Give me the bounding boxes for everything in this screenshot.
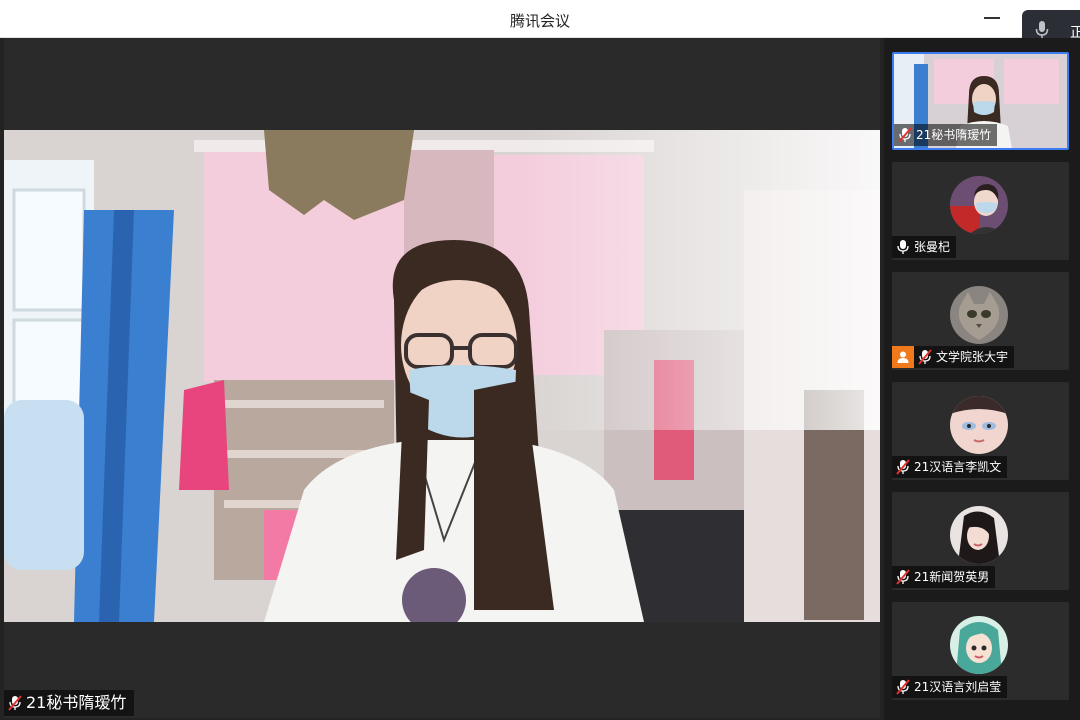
avatar	[950, 616, 1008, 674]
video-frame-illustration	[4, 130, 880, 622]
participant-label: 21汉语言李凯文	[892, 456, 1008, 478]
mic-muted-icon	[896, 679, 910, 695]
window-title: 腾讯会议	[509, 12, 570, 30]
participant-tile[interactable]: 21秘书隋瑷竹	[892, 52, 1069, 150]
participant-label: 文学院张大宇	[892, 346, 1015, 368]
avatar	[950, 506, 1008, 564]
participant-sidebar[interactable]: 21秘书隋瑷竹 张曼杞 文学院张大宇 21汉语言李凯文 21新闻贺英男 21汉语…	[884, 38, 1080, 720]
microphone-icon	[897, 240, 909, 254]
participant-tile[interactable]: 21汉语言李凯文	[892, 382, 1069, 480]
participant-name: 文学院张大宇	[936, 350, 1009, 364]
mic-muted-icon	[898, 127, 912, 143]
person-icon	[892, 346, 914, 368]
main-speaker-label: 21秘书隋瑷竹	[4, 690, 135, 716]
main-video-feed	[4, 130, 880, 622]
participant-tile[interactable]: 21新闻贺英男	[892, 492, 1069, 590]
title-bar: 腾讯会议	[0, 0, 1080, 38]
mic-muted-icon	[8, 695, 22, 711]
participant-tile[interactable]: 张曼杞	[892, 162, 1069, 260]
avatar	[950, 176, 1008, 234]
participant-name: 21汉语言李凯文	[914, 460, 1002, 474]
participant-tile[interactable]: 21汉语言刘启莹	[892, 602, 1069, 700]
participant-name: 21秘书隋瑷竹	[916, 128, 992, 142]
minimize-button[interactable]	[984, 17, 1000, 19]
participant-tile[interactable]: 文学院张大宇	[892, 272, 1069, 370]
avatar	[950, 286, 1008, 344]
mic-muted-icon	[896, 569, 910, 585]
participant-label: 21汉语言刘启莹	[892, 676, 1008, 698]
microphone-icon	[1035, 21, 1049, 39]
participant-name: 21汉语言刘启莹	[914, 680, 1002, 694]
participant-label: 21秘书隋瑷竹	[894, 124, 998, 146]
main-video[interactable]: 21秘书隋瑷竹	[4, 38, 880, 718]
participant-label: 张曼杞	[892, 236, 957, 258]
avatar	[950, 396, 1008, 454]
participant-name: 21新闻贺英男	[914, 570, 990, 584]
mic-muted-icon	[896, 459, 910, 475]
main-speaker-name: 21秘书隋瑷竹	[26, 693, 127, 712]
participant-label: 21新闻贺英男	[892, 566, 996, 588]
mic-muted-icon	[918, 349, 932, 365]
participant-name: 张曼杞	[914, 240, 951, 254]
